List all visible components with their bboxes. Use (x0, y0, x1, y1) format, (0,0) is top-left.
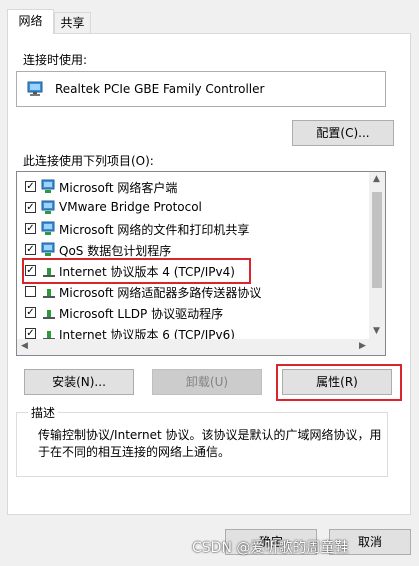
adapter-name: Realtek PCIe GBE Family Controller (55, 82, 265, 96)
list-item[interactable]: ✓ Microsoft 网络客户端 (17, 177, 372, 198)
list-item[interactable]: Microsoft 网络适配器多路传送器协议 (17, 282, 372, 303)
scroll-down-icon[interactable]: ▼ (373, 326, 380, 336)
item-label: VMware Bridge Protocol (59, 200, 202, 214)
uninstall-button: 卸载(U) (152, 369, 262, 395)
tab-network[interactable]: 网络 (7, 9, 54, 34)
item-label: Microsoft 网络的文件和打印机共享 (59, 223, 250, 237)
description-title: 描述 (28, 404, 59, 421)
scroll-right-icon[interactable]: ▶ (359, 341, 366, 351)
network-client-icon (41, 221, 57, 240)
vertical-scrollbar[interactable]: ▲ ▼ (369, 172, 385, 339)
description-text: 传输控制协议/Internet 协议。该协议是默认的广域网络协议，用于在不同的相… (38, 428, 382, 459)
configure-button[interactable]: 配置(C)... (292, 120, 394, 146)
checkbox[interactable]: ✓ (25, 181, 36, 192)
network-adapter-icon (27, 81, 45, 100)
adapter-field: Realtek PCIe GBE Family Controller (16, 71, 386, 107)
scroll-left-icon[interactable]: ◀ (21, 341, 28, 351)
scroll-up-icon[interactable]: ▲ (373, 174, 380, 184)
network-client-icon (41, 179, 57, 198)
highlight-box-properties (276, 364, 402, 401)
checkbox[interactable] (25, 286, 36, 297)
horizontal-scrollbar[interactable]: ◀ ▶ (17, 339, 371, 355)
items-label: 此连接使用下列项目(O): (23, 154, 154, 168)
list-item[interactable]: ✓ VMware Bridge Protocol (17, 198, 372, 219)
tab-sharing[interactable]: 共享 (54, 12, 91, 34)
item-label: Microsoft 网络适配器多路传送器协议 (59, 286, 262, 300)
connect-using-label: 连接时使用: (23, 53, 88, 67)
checkbox[interactable]: ✓ (25, 202, 36, 213)
checkbox[interactable]: ✓ (25, 328, 36, 339)
item-label: Microsoft LLDP 协议驱动程序 (59, 307, 224, 321)
protocol-icon (41, 305, 57, 324)
item-label: Microsoft 网络客户端 (59, 181, 178, 195)
watermark-text: CSDN @爱听歌的周童鞋 (192, 540, 349, 556)
protocol-icon (41, 284, 57, 303)
scrollbar-corner (369, 339, 385, 355)
checkbox[interactable]: ✓ (25, 223, 36, 234)
item-label: QoS 数据包计划程序 (59, 244, 172, 258)
tab-bar: 网络 共享 (7, 9, 412, 34)
list-item[interactable]: ✓ Microsoft LLDP 协议驱动程序 (17, 303, 372, 324)
highlight-box-ipv4 (22, 258, 251, 284)
network-client-icon (41, 200, 57, 219)
install-button[interactable]: 安装(N)... (24, 369, 134, 395)
checkbox[interactable]: ✓ (25, 244, 36, 255)
list-item[interactable]: ✓ Microsoft 网络的文件和打印机共享 (17, 219, 372, 240)
scrollbar-thumb[interactable] (372, 192, 382, 288)
checkbox[interactable]: ✓ (25, 307, 36, 318)
